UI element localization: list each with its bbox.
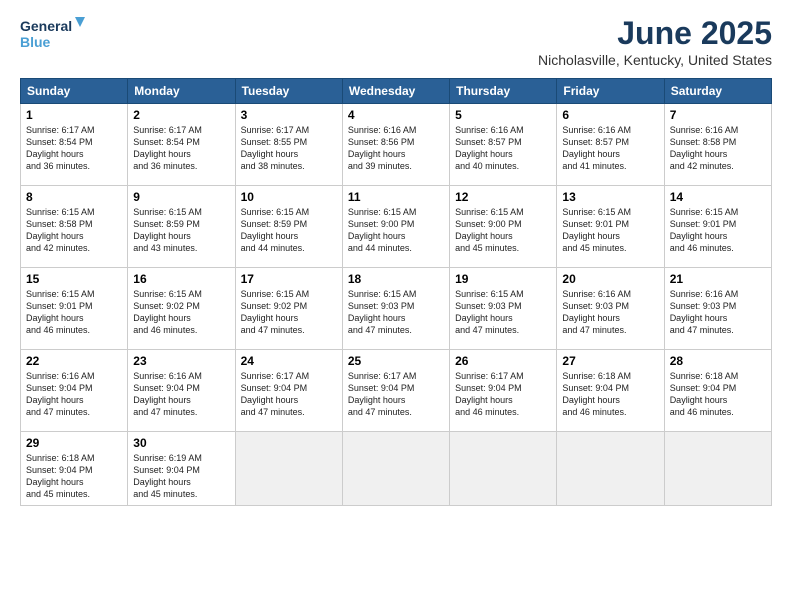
col-sunday: Sunday bbox=[21, 79, 128, 104]
table-row: 20Sunrise: 6:16 AMSunset: 9:03 PMDayligh… bbox=[557, 268, 664, 350]
table-row: 25Sunrise: 6:17 AMSunset: 9:04 PMDayligh… bbox=[342, 350, 449, 432]
table-row: 1Sunrise: 6:17 AMSunset: 8:54 PMDaylight… bbox=[21, 104, 128, 186]
table-row: 19Sunrise: 6:15 AMSunset: 9:03 PMDayligh… bbox=[450, 268, 557, 350]
col-friday: Friday bbox=[557, 79, 664, 104]
table-row: 4Sunrise: 6:16 AMSunset: 8:56 PMDaylight… bbox=[342, 104, 449, 186]
table-row: 26Sunrise: 6:17 AMSunset: 9:04 PMDayligh… bbox=[450, 350, 557, 432]
table-row bbox=[342, 432, 449, 506]
table-row: 12Sunrise: 6:15 AMSunset: 9:00 PMDayligh… bbox=[450, 186, 557, 268]
table-row: 23Sunrise: 6:16 AMSunset: 9:04 PMDayligh… bbox=[128, 350, 235, 432]
logo-svg: General Blue bbox=[20, 15, 90, 55]
calendar-header-row: Sunday Monday Tuesday Wednesday Thursday… bbox=[21, 79, 772, 104]
table-row: 3Sunrise: 6:17 AMSunset: 8:55 PMDaylight… bbox=[235, 104, 342, 186]
table-row: 15Sunrise: 6:15 AMSunset: 9:01 PMDayligh… bbox=[21, 268, 128, 350]
table-row: 27Sunrise: 6:18 AMSunset: 9:04 PMDayligh… bbox=[557, 350, 664, 432]
svg-text:Blue: Blue bbox=[20, 34, 51, 50]
table-row: 6Sunrise: 6:16 AMSunset: 8:57 PMDaylight… bbox=[557, 104, 664, 186]
table-row: 2Sunrise: 6:17 AMSunset: 8:54 PMDaylight… bbox=[128, 104, 235, 186]
table-row bbox=[450, 432, 557, 506]
table-row: 13Sunrise: 6:15 AMSunset: 9:01 PMDayligh… bbox=[557, 186, 664, 268]
page: General Blue June 2025 Nicholasville, Ke… bbox=[0, 0, 792, 612]
table-row bbox=[664, 432, 771, 506]
table-row: 5Sunrise: 6:16 AMSunset: 8:57 PMDaylight… bbox=[450, 104, 557, 186]
table-row: 14Sunrise: 6:15 AMSunset: 9:01 PMDayligh… bbox=[664, 186, 771, 268]
table-row bbox=[235, 432, 342, 506]
logo: General Blue bbox=[20, 15, 90, 55]
col-monday: Monday bbox=[128, 79, 235, 104]
table-row: 29Sunrise: 6:18 AMSunset: 9:04 PMDayligh… bbox=[21, 432, 128, 506]
table-row bbox=[557, 432, 664, 506]
table-row: 16Sunrise: 6:15 AMSunset: 9:02 PMDayligh… bbox=[128, 268, 235, 350]
table-row: 17Sunrise: 6:15 AMSunset: 9:02 PMDayligh… bbox=[235, 268, 342, 350]
table-row: 21Sunrise: 6:16 AMSunset: 9:03 PMDayligh… bbox=[664, 268, 771, 350]
table-row: 30Sunrise: 6:19 AMSunset: 9:04 PMDayligh… bbox=[128, 432, 235, 506]
table-row: 7Sunrise: 6:16 AMSunset: 8:58 PMDaylight… bbox=[664, 104, 771, 186]
col-thursday: Thursday bbox=[450, 79, 557, 104]
table-row: 8Sunrise: 6:15 AMSunset: 8:58 PMDaylight… bbox=[21, 186, 128, 268]
title-block: June 2025 Nicholasville, Kentucky, Unite… bbox=[538, 15, 772, 68]
table-row: 28Sunrise: 6:18 AMSunset: 9:04 PMDayligh… bbox=[664, 350, 771, 432]
col-saturday: Saturday bbox=[664, 79, 771, 104]
table-row: 22Sunrise: 6:16 AMSunset: 9:04 PMDayligh… bbox=[21, 350, 128, 432]
header: General Blue June 2025 Nicholasville, Ke… bbox=[20, 15, 772, 68]
table-row: 18Sunrise: 6:15 AMSunset: 9:03 PMDayligh… bbox=[342, 268, 449, 350]
calendar-table: Sunday Monday Tuesday Wednesday Thursday… bbox=[20, 78, 772, 506]
col-tuesday: Tuesday bbox=[235, 79, 342, 104]
col-wednesday: Wednesday bbox=[342, 79, 449, 104]
table-row: 11Sunrise: 6:15 AMSunset: 9:00 PMDayligh… bbox=[342, 186, 449, 268]
table-row: 24Sunrise: 6:17 AMSunset: 9:04 PMDayligh… bbox=[235, 350, 342, 432]
table-row: 10Sunrise: 6:15 AMSunset: 8:59 PMDayligh… bbox=[235, 186, 342, 268]
table-row: 9Sunrise: 6:15 AMSunset: 8:59 PMDaylight… bbox=[128, 186, 235, 268]
location: Nicholasville, Kentucky, United States bbox=[538, 52, 772, 68]
month-title: June 2025 bbox=[538, 15, 772, 52]
svg-text:General: General bbox=[20, 18, 72, 34]
